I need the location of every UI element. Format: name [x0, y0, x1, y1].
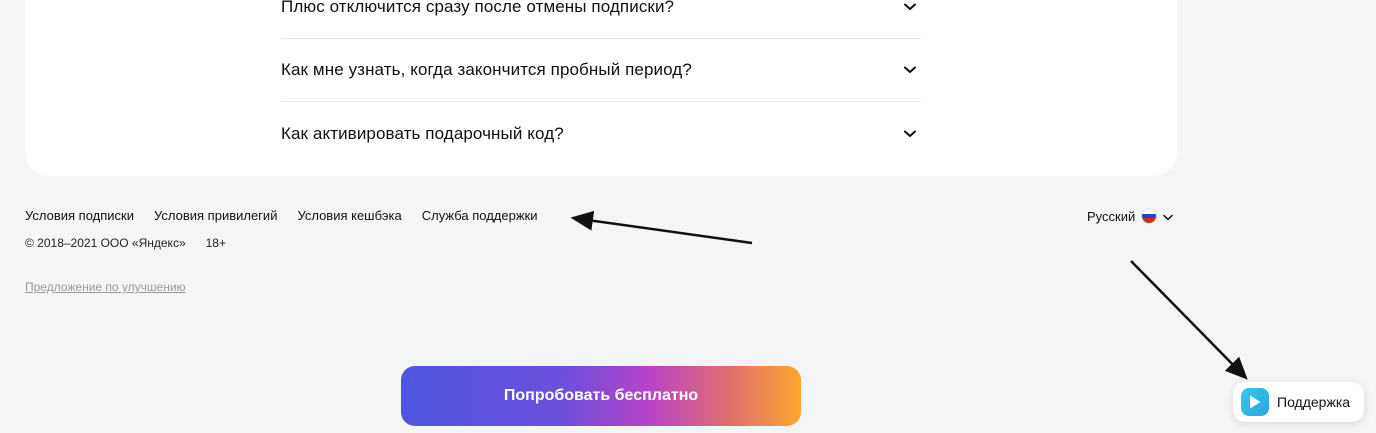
age-rating: 18+ [205, 236, 226, 250]
copyright-row: © 2018–2021 ООО «Яндекс» 18+ [25, 236, 226, 250]
faq-item[interactable]: Как мне узнать, когда закончится пробный… [281, 39, 921, 102]
faq-list: Плюс отключится сразу после отмены подпи… [281, 0, 921, 165]
support-label: Поддержка [1277, 394, 1351, 410]
copyright-text: © 2018–2021 ООО «Яндекс» [25, 236, 186, 250]
footer-link-privilege-terms[interactable]: Условия привилегий [154, 208, 277, 223]
faq-item[interactable]: Плюс отключится сразу после отмены подпи… [281, 0, 921, 39]
faq-question: Как мне узнать, когда закончится пробный… [281, 60, 692, 79]
faq-item[interactable]: Как активировать подарочный код? [281, 102, 921, 165]
chevron-down-icon[interactable] [904, 63, 918, 77]
try-free-button[interactable]: Попробовать бесплатно [401, 366, 801, 426]
footer-links: Условия подписки Условия привилегий Усло… [25, 208, 537, 223]
footer-link-support-service[interactable]: Служба поддержки [422, 208, 538, 223]
support-widget-button[interactable]: Поддержка [1233, 382, 1364, 422]
faq-question: Плюс отключится сразу после отмены подпи… [281, 0, 675, 16]
annotation-arrow-support-widget [1130, 260, 1248, 380]
language-selector[interactable]: Русский [1087, 208, 1173, 224]
russia-flag-icon [1141, 208, 1158, 224]
annotation-arrow-support-link [570, 210, 753, 245]
footer-link-cashback-terms[interactable]: Условия кешбэка [297, 208, 401, 223]
faq-question: Как активировать подарочный код? [281, 123, 564, 143]
language-label: Русский [1087, 208, 1136, 224]
chevron-down-icon[interactable] [904, 127, 918, 141]
chevron-down-icon [1163, 209, 1173, 224]
support-chat-icon [1241, 388, 1269, 416]
suggest-improvement-link[interactable]: Предложение по улучшению [25, 280, 186, 294]
chevron-down-icon[interactable] [904, 0, 918, 14]
footer-link-subscription-terms[interactable]: Условия подписки [25, 208, 134, 223]
